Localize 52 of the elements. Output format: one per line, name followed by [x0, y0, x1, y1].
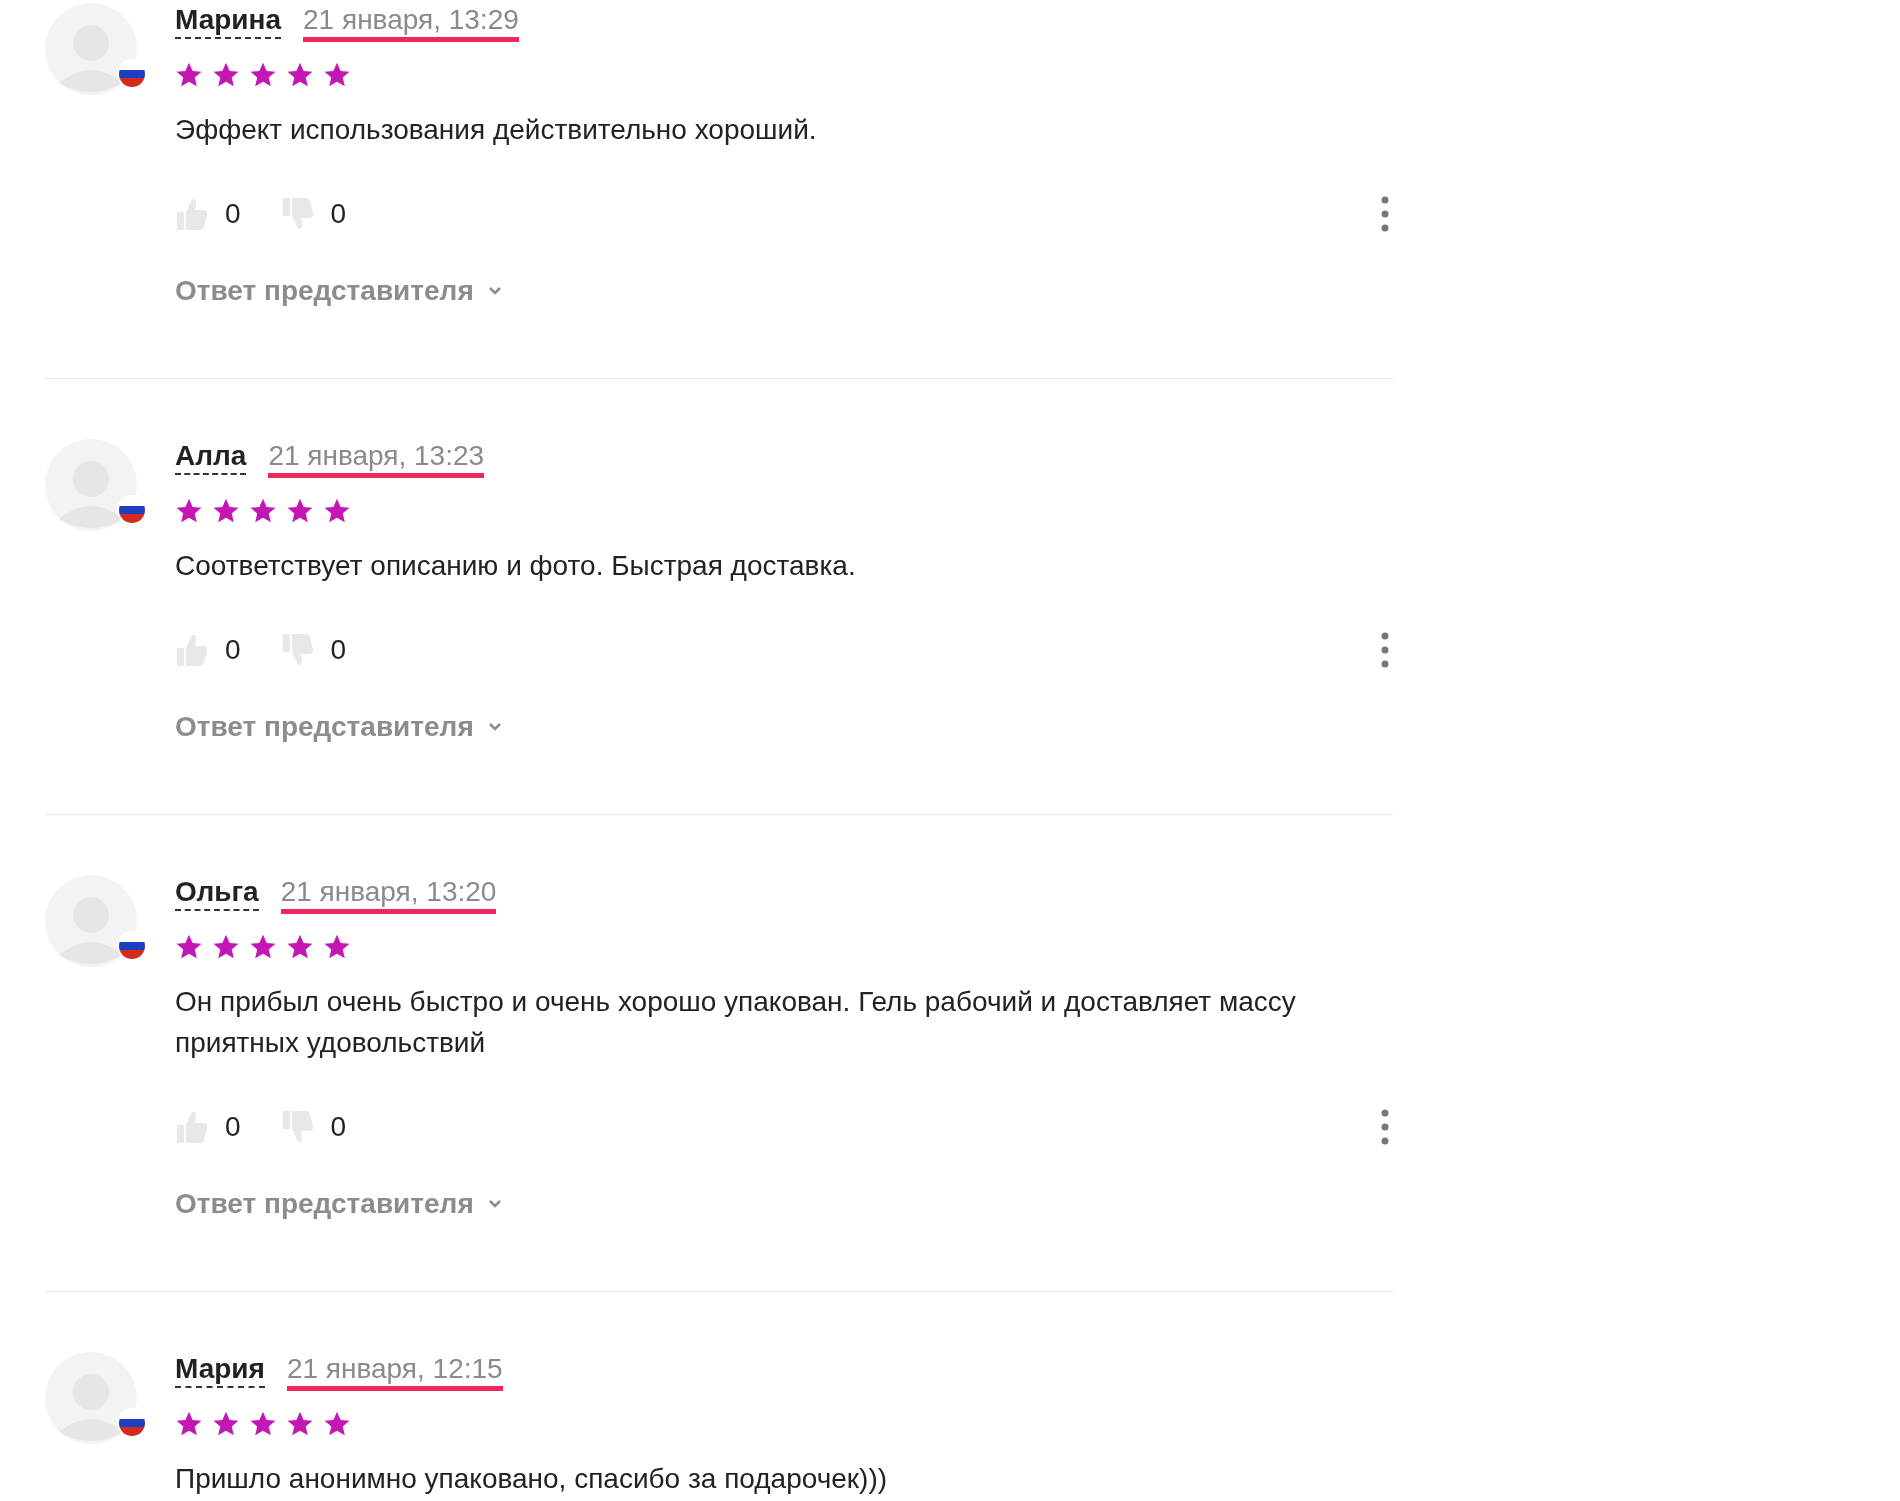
flag-icon: [117, 931, 147, 961]
author-name[interactable]: Алла: [175, 439, 247, 475]
star-icon: [286, 933, 314, 961]
like-count: 0: [225, 633, 241, 667]
star-icon: [212, 933, 240, 961]
star-icon: [175, 497, 203, 525]
avatar-icon: [45, 875, 137, 967]
dislike-count: 0: [330, 197, 347, 231]
flag-icon: [117, 1408, 147, 1438]
review-text: Пришло анонимно упаковано, спасибо за подарочек))): [175, 1462, 889, 1496]
star-icon: [212, 61, 240, 89]
like-count: 0: [225, 197, 241, 231]
review-date: 21 января, 12:15: [286, 1352, 503, 1391]
avatar-icon: [45, 1352, 137, 1444]
star-icon: [249, 497, 277, 525]
star-icon: [323, 497, 351, 525]
review-text: Эффект использования действительно хороший.: [175, 113, 818, 147]
review-date: 21 января, 13:29: [303, 3, 519, 42]
flag-icon: [117, 59, 147, 89]
author-name[interactable]: Мария: [175, 1352, 265, 1388]
star-icon: [286, 61, 314, 89]
star-icon: [249, 61, 277, 89]
like-count: 0: [225, 1110, 241, 1144]
more-options-icon[interactable]: [1381, 196, 1389, 232]
review-date: 21 января, 13:20: [280, 875, 497, 914]
author-name[interactable]: Ольга: [175, 875, 259, 911]
star-icon: [323, 1410, 351, 1438]
avatar-icon: [45, 439, 137, 531]
flag-icon: [117, 495, 147, 525]
avatar-icon: [45, 3, 137, 95]
review-text: Соответствует описанию и фото. Быстрая доставка.: [175, 549, 857, 583]
author-name[interactable]: Марина: [175, 3, 282, 39]
star-icon: [175, 933, 203, 961]
star-icon: [212, 497, 240, 525]
dislike-count: 0: [330, 633, 347, 667]
review-date: 21 января, 13:23: [268, 439, 485, 478]
chevron-down-icon: [487, 286, 502, 296]
more-options-icon[interactable]: [1381, 632, 1389, 668]
chevron-down-icon: [487, 1199, 502, 1209]
more-options-icon[interactable]: [1381, 1109, 1389, 1145]
star-icon: [249, 1410, 277, 1438]
review-text: Он прибыл очень быстро и очень хорошо упакован. Гель рабочий и доставляет массу приятных удовольствий: [175, 985, 1297, 1060]
star-icon: [323, 933, 351, 961]
star-icon: [175, 61, 203, 89]
star-icon: [286, 497, 314, 525]
star-icon: [249, 933, 277, 961]
dislike-count: 0: [330, 1110, 347, 1144]
star-icon: [175, 1410, 203, 1438]
star-icon: [212, 1410, 240, 1438]
star-icon: [286, 1410, 314, 1438]
chevron-down-icon: [487, 722, 502, 732]
star-icon: [323, 61, 351, 89]
